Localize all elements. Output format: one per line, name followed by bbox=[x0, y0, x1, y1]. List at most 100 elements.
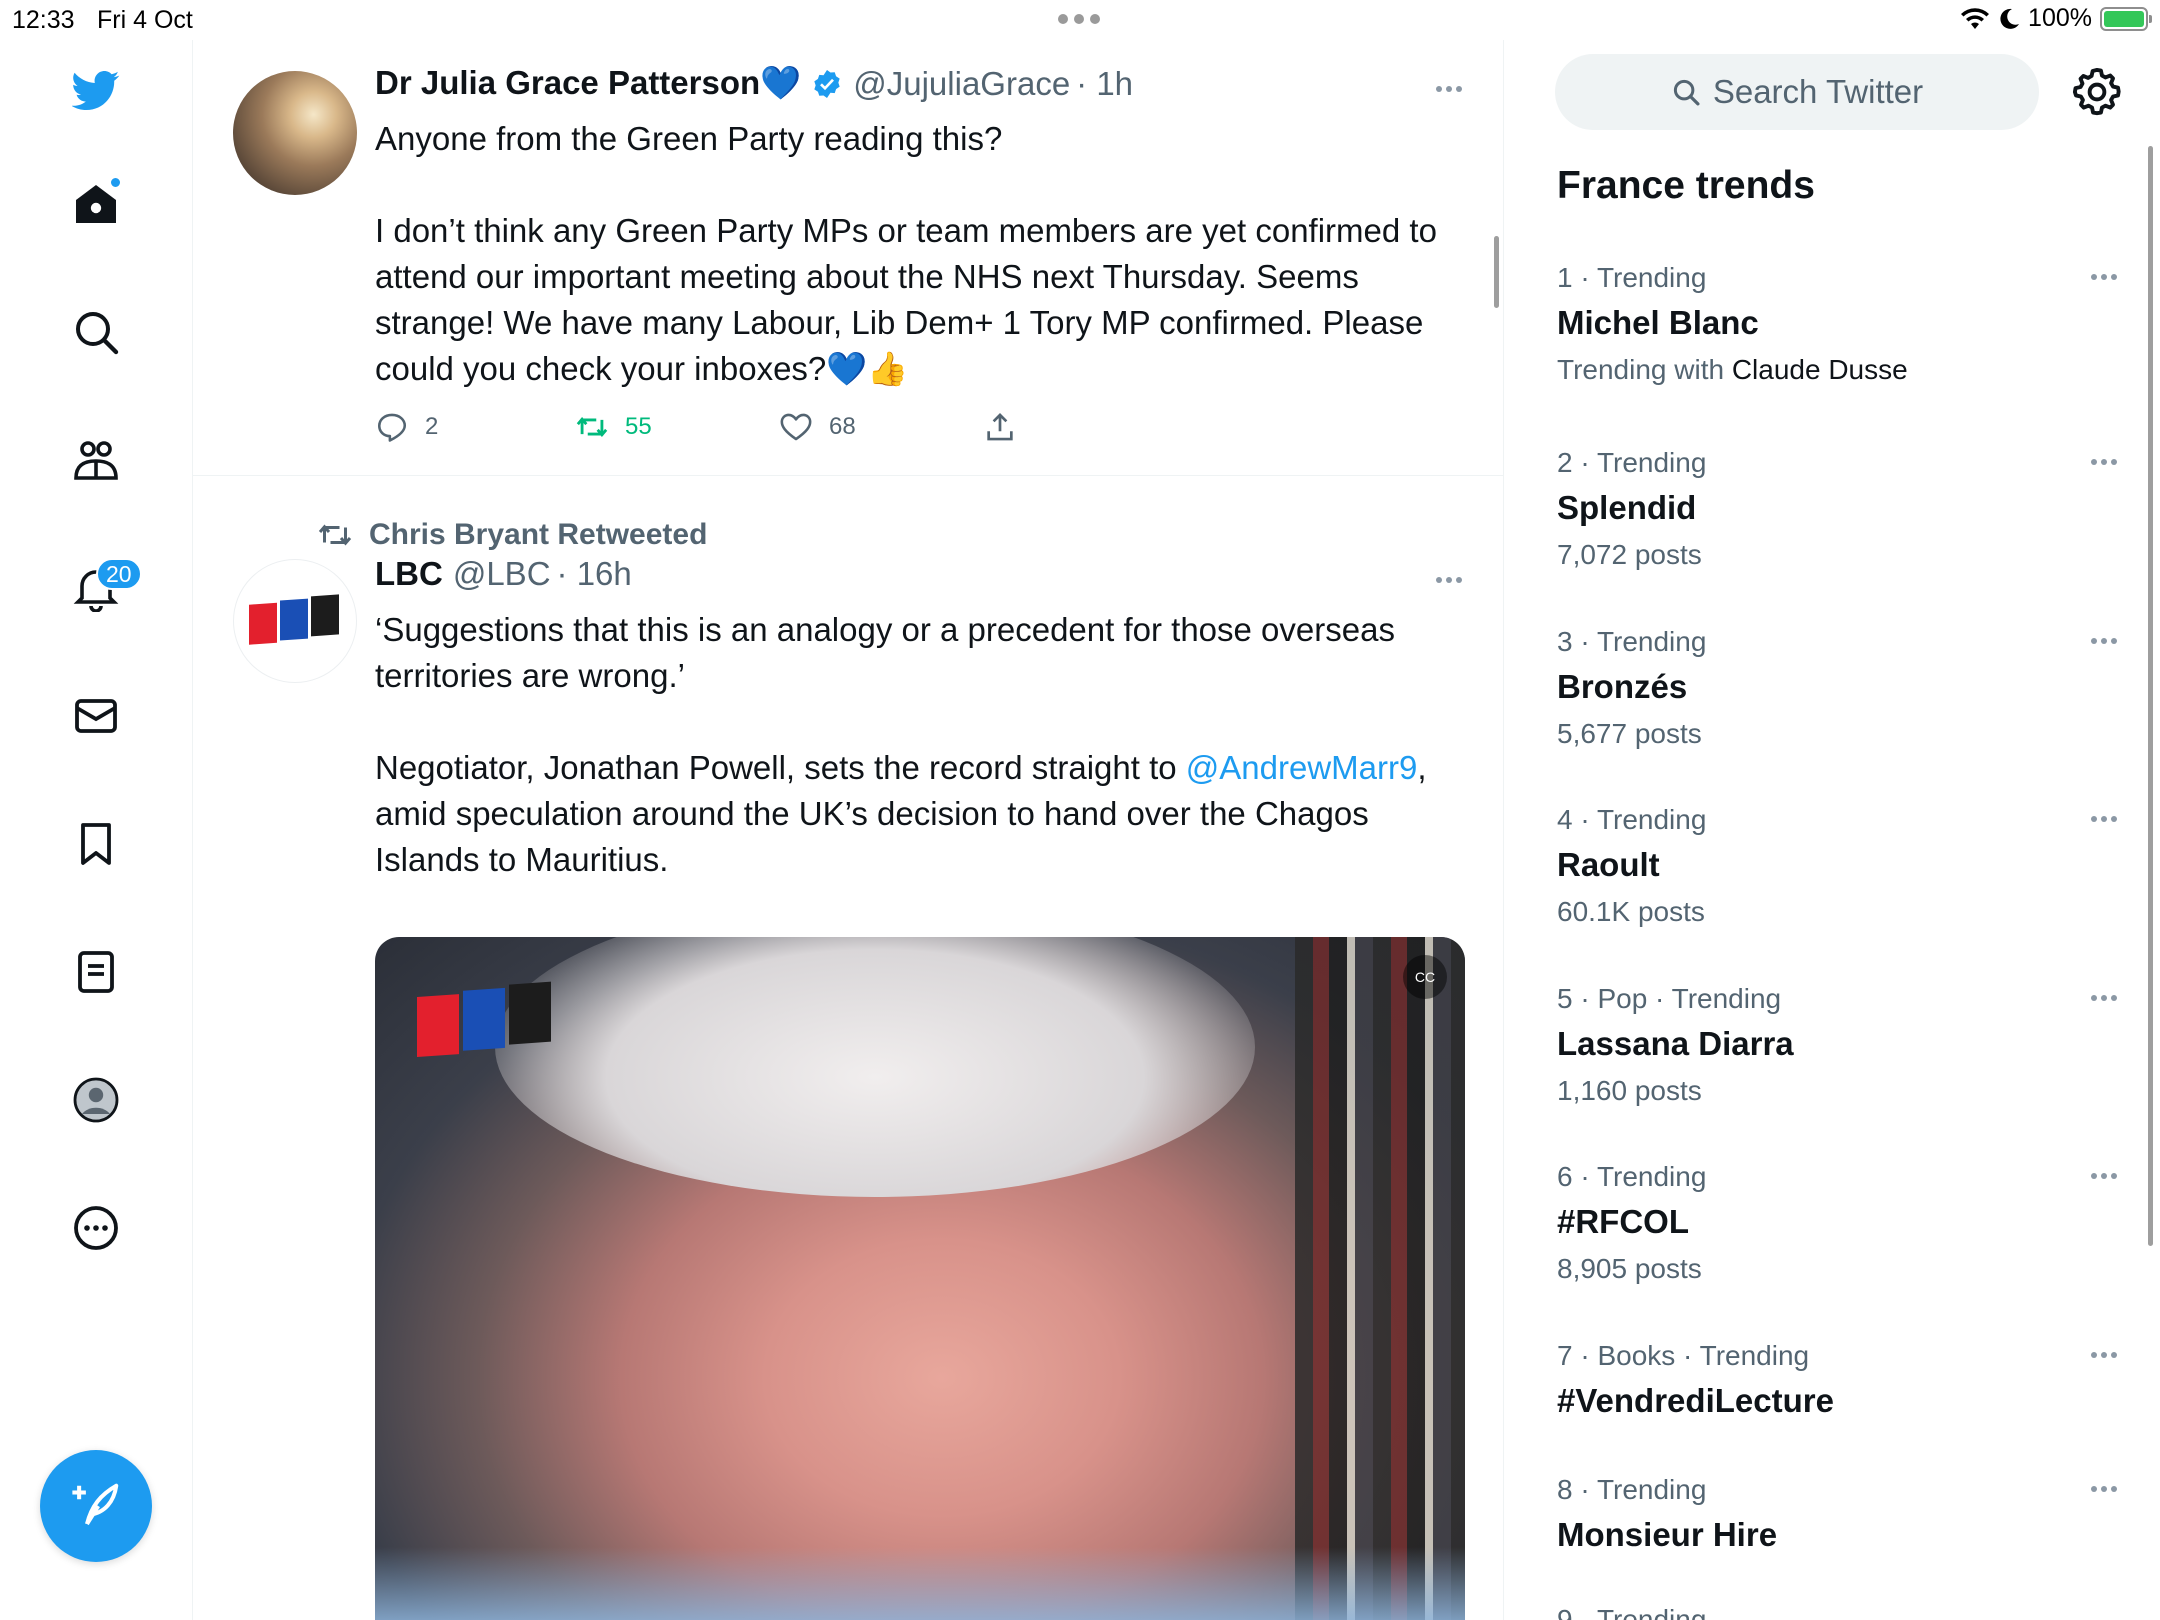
trend-meta: 5 · Pop · Trending bbox=[1557, 983, 1782, 1014]
moon-icon bbox=[2000, 8, 2020, 29]
trend-sub: Trending with Claude Dusse bbox=[1557, 350, 2117, 390]
left-nav: 20 bbox=[0, 40, 193, 1620]
retweeted-by-label: Chris Bryant Retweeted bbox=[369, 518, 708, 551]
author-handle[interactable]: @JujuliaGrace bbox=[853, 65, 1070, 103]
tweet-more-icon[interactable] bbox=[1436, 86, 1462, 92]
author-name[interactable]: Dr Julia Grace Patterson💙 bbox=[375, 64, 801, 103]
trend-post-count: 1,160 posts bbox=[1557, 1075, 1702, 1106]
search-icon bbox=[76, 312, 119, 355]
lbc-logo-icon bbox=[249, 594, 339, 645]
avatar[interactable] bbox=[233, 71, 357, 195]
trend-item[interactable]: 8 · Trending Monsieur Hire bbox=[1557, 1470, 2117, 1558]
trend-name: #RFCOL bbox=[1557, 1203, 1689, 1240]
reply-button[interactable]: 2 bbox=[375, 410, 575, 444]
trend-post-count: 5,677 posts bbox=[1557, 718, 1702, 749]
trend-more-icon[interactable] bbox=[2091, 1352, 2117, 1358]
twitter-logo-icon[interactable] bbox=[56, 50, 136, 130]
trend-item[interactable]: 1 · Trending Michel Blanc Trending with … bbox=[1557, 258, 2117, 390]
tweet-more-icon[interactable] bbox=[1436, 577, 1462, 583]
trend-more-icon[interactable] bbox=[2091, 1173, 2117, 1179]
tweet-text: ‘Suggestions that this is an analogy or … bbox=[375, 607, 1465, 883]
like-count: 68 bbox=[829, 413, 856, 440]
tweet[interactable]: Dr Julia Grace Patterson💙 @JujuliaGrace … bbox=[193, 40, 1503, 476]
verified-badge-icon bbox=[814, 69, 840, 98]
nav-communities[interactable] bbox=[56, 420, 136, 500]
trend-name: Monsieur Hire bbox=[1557, 1516, 1778, 1553]
tweet-time[interactable]: · 16h bbox=[557, 555, 632, 593]
trends-title: France trends bbox=[1557, 164, 1815, 207]
trend-more-icon[interactable] bbox=[2091, 274, 2117, 280]
settings-gear-icon[interactable] bbox=[2071, 66, 2123, 118]
trend-post-count: 60.1K posts bbox=[1557, 896, 1705, 927]
retweeted-by[interactable]: Chris Bryant Retweeted bbox=[317, 517, 707, 553]
nav-profile[interactable] bbox=[56, 1060, 136, 1140]
trend-post-count: 7,072 posts bbox=[1557, 539, 1702, 570]
tweet-actions: 2 55 68 bbox=[375, 410, 1017, 444]
trend-item[interactable]: 9 · Trending bbox=[1557, 1600, 2117, 1620]
compose-tweet-button[interactable] bbox=[40, 1450, 152, 1562]
trend-item[interactable]: 3 · Trending Bronzés 5,677 posts bbox=[1557, 622, 2117, 754]
trend-related[interactable]: Claude Dusse bbox=[1732, 354, 1908, 385]
trend-item[interactable]: 4 · Trending Raoult 60.1K posts bbox=[1557, 800, 2117, 932]
trend-name: Raoult bbox=[1557, 846, 1660, 883]
share-icon bbox=[987, 413, 1013, 441]
author-handle[interactable]: @LBC bbox=[453, 555, 551, 593]
timeline[interactable]: Dr Julia Grace Patterson💙 @JujuliaGrace … bbox=[193, 40, 1504, 1620]
tweet-header: Dr Julia Grace Patterson💙 @JujuliaGrace … bbox=[375, 64, 1133, 103]
trend-name: Lassana Diarra bbox=[1557, 1025, 1794, 1062]
trend-meta: 7 · Books · Trending bbox=[1557, 1340, 1810, 1371]
trend-meta: 9 · Trending bbox=[1557, 1604, 1707, 1620]
captions-icon[interactable]: CC bbox=[1403, 955, 1447, 999]
tweet-video[interactable]: CC bbox=[375, 937, 1465, 1620]
nav-notifications[interactable]: 20 bbox=[56, 548, 142, 628]
retweet-count: 55 bbox=[625, 413, 652, 440]
trend-more-icon[interactable] bbox=[2091, 816, 2117, 822]
lbc-watermark-icon bbox=[417, 981, 551, 1057]
timeline-scrollbar[interactable] bbox=[1494, 236, 1499, 308]
tweet[interactable]: Chris Bryant Retweeted LBC @LBC · 16h ‘S… bbox=[193, 477, 1503, 1620]
tweet-header: LBC @LBC · 16h bbox=[375, 555, 632, 593]
list-icon bbox=[78, 951, 114, 993]
trend-item[interactable]: 7 · Books · Trending #VendrediLecture bbox=[1557, 1336, 2117, 1424]
more-circle-icon bbox=[74, 1206, 118, 1250]
multitasking-dots-icon[interactable] bbox=[1058, 14, 1100, 24]
video-frame-hair bbox=[495, 937, 1255, 1197]
trend-item[interactable]: 5 · Pop · Trending Lassana Diarra 1,160 … bbox=[1557, 979, 2117, 1111]
nav-lists[interactable] bbox=[56, 932, 136, 1012]
avatar[interactable] bbox=[233, 559, 357, 683]
trend-more-icon[interactable] bbox=[2091, 638, 2117, 644]
trend-name: Splendid bbox=[1557, 489, 1697, 526]
trend-name: Bronzés bbox=[1557, 668, 1688, 705]
status-bar: 12:33 Fri 4 Oct 100% bbox=[0, 0, 2160, 40]
status-time: 12:33 bbox=[12, 6, 75, 34]
search-field[interactable]: Search Twitter bbox=[1555, 54, 2039, 130]
author-name[interactable]: LBC bbox=[375, 555, 443, 593]
trend-more-icon[interactable] bbox=[2091, 459, 2117, 465]
mention-link[interactable]: @AndrewMarr9 bbox=[1186, 749, 1418, 786]
search-placeholder: Search Twitter bbox=[1712, 73, 1924, 110]
trend-item[interactable]: 6 · Trending #RFCOL 8,905 posts bbox=[1557, 1157, 2117, 1289]
retweet-icon bbox=[576, 417, 608, 437]
reply-icon bbox=[377, 413, 407, 442]
trend-meta: 4 · Trending bbox=[1557, 804, 1707, 835]
nav-explore[interactable] bbox=[56, 292, 136, 372]
retweet-icon bbox=[318, 524, 352, 546]
share-button[interactable] bbox=[983, 410, 1017, 444]
tweet-time[interactable]: · 1h bbox=[1076, 65, 1133, 103]
trend-meta: 6 · Trending bbox=[1557, 1161, 1707, 1192]
tweet-text-line: I don’t think any Green Party MPs or tea… bbox=[375, 212, 1437, 387]
nav-messages[interactable] bbox=[56, 676, 136, 756]
nav-bookmarks[interactable] bbox=[56, 804, 136, 884]
retweet-button[interactable]: 55 bbox=[575, 410, 779, 444]
bookmark-icon bbox=[81, 823, 111, 865]
heart-icon bbox=[780, 413, 812, 441]
status-right: 100% bbox=[1960, 4, 2152, 33]
trend-more-icon[interactable] bbox=[2091, 1486, 2117, 1492]
sidebar-scrollbar[interactable] bbox=[2148, 146, 2153, 1246]
like-button[interactable]: 68 bbox=[779, 410, 983, 444]
trend-item[interactable]: 2 · Trending Splendid 7,072 posts bbox=[1557, 443, 2117, 575]
trend-more-icon[interactable] bbox=[2091, 995, 2117, 1001]
nav-home[interactable] bbox=[56, 164, 136, 244]
search-icon bbox=[1673, 79, 1700, 106]
nav-more[interactable] bbox=[56, 1188, 136, 1268]
